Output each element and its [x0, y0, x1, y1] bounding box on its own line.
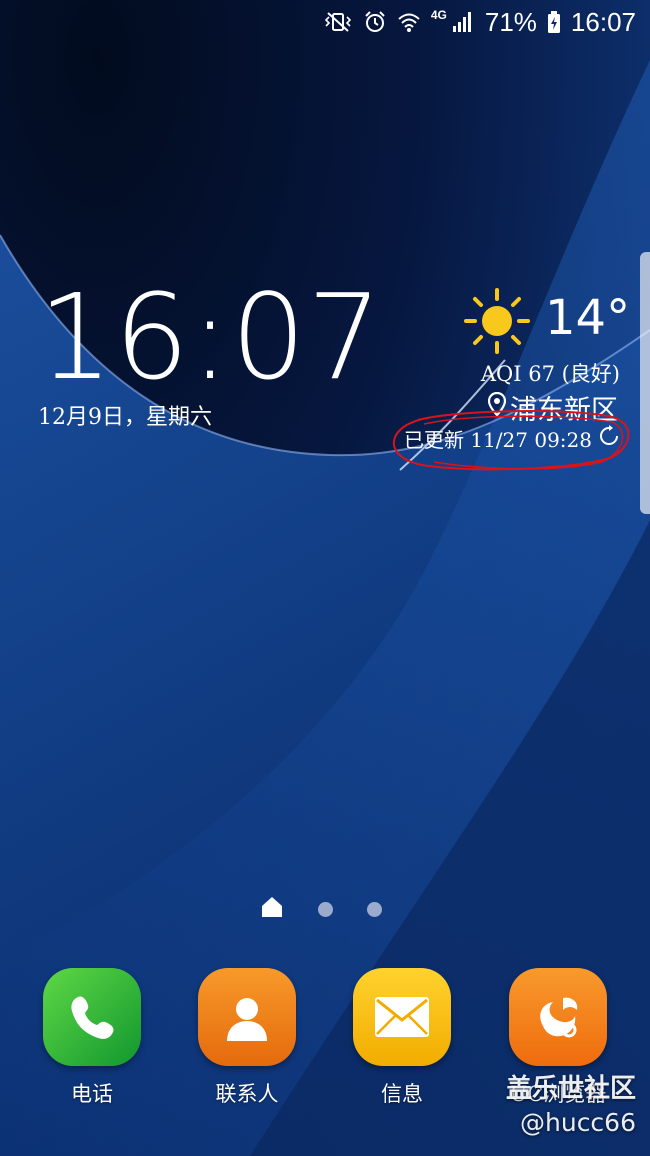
phone-icon: [43, 968, 141, 1066]
contacts-icon: [198, 968, 296, 1066]
battery-charging-icon: [547, 10, 561, 34]
weather-aqi: AQI 67 (良好): [480, 362, 620, 386]
status-bar: 4G 71% 16:07: [0, 0, 650, 44]
app-phone[interactable]: 电话: [32, 968, 152, 1108]
app-messages[interactable]: 信息: [342, 968, 462, 1108]
lock-clock-time[interactable]: 16:07: [38, 278, 383, 396]
watermark-title: 盖乐世社区: [505, 1074, 636, 1104]
alarm-icon: [363, 10, 387, 34]
page-dot[interactable]: [367, 901, 382, 917]
page-dot[interactable]: [318, 901, 333, 917]
signal-icon: [451, 10, 475, 34]
red-annotation-ellipse: [392, 410, 630, 471]
wifi-icon: [397, 10, 421, 34]
message-icon: [353, 968, 451, 1066]
sun-icon[interactable]: [462, 286, 532, 360]
app-label: 信息: [381, 1082, 423, 1106]
battery-percent: 71%: [484, 7, 537, 37]
status-time: 16:07: [570, 7, 636, 37]
weather-temperature[interactable]: 14°: [545, 290, 630, 346]
page-indicator: [260, 896, 382, 922]
app-label: 联系人: [215, 1082, 279, 1106]
uc-browser-icon: [509, 968, 607, 1066]
vibrate-mute-icon: [323, 11, 353, 33]
edge-panel-handle[interactable]: [640, 252, 650, 514]
home-page-icon[interactable]: [260, 896, 284, 922]
network-type: 4G: [430, 8, 447, 22]
watermark-handle: @hucc66: [520, 1108, 636, 1137]
app-label: 电话: [71, 1082, 113, 1106]
app-contacts[interactable]: 联系人: [187, 968, 307, 1108]
lock-clock-date: 12月9日，星期六: [38, 405, 212, 430]
